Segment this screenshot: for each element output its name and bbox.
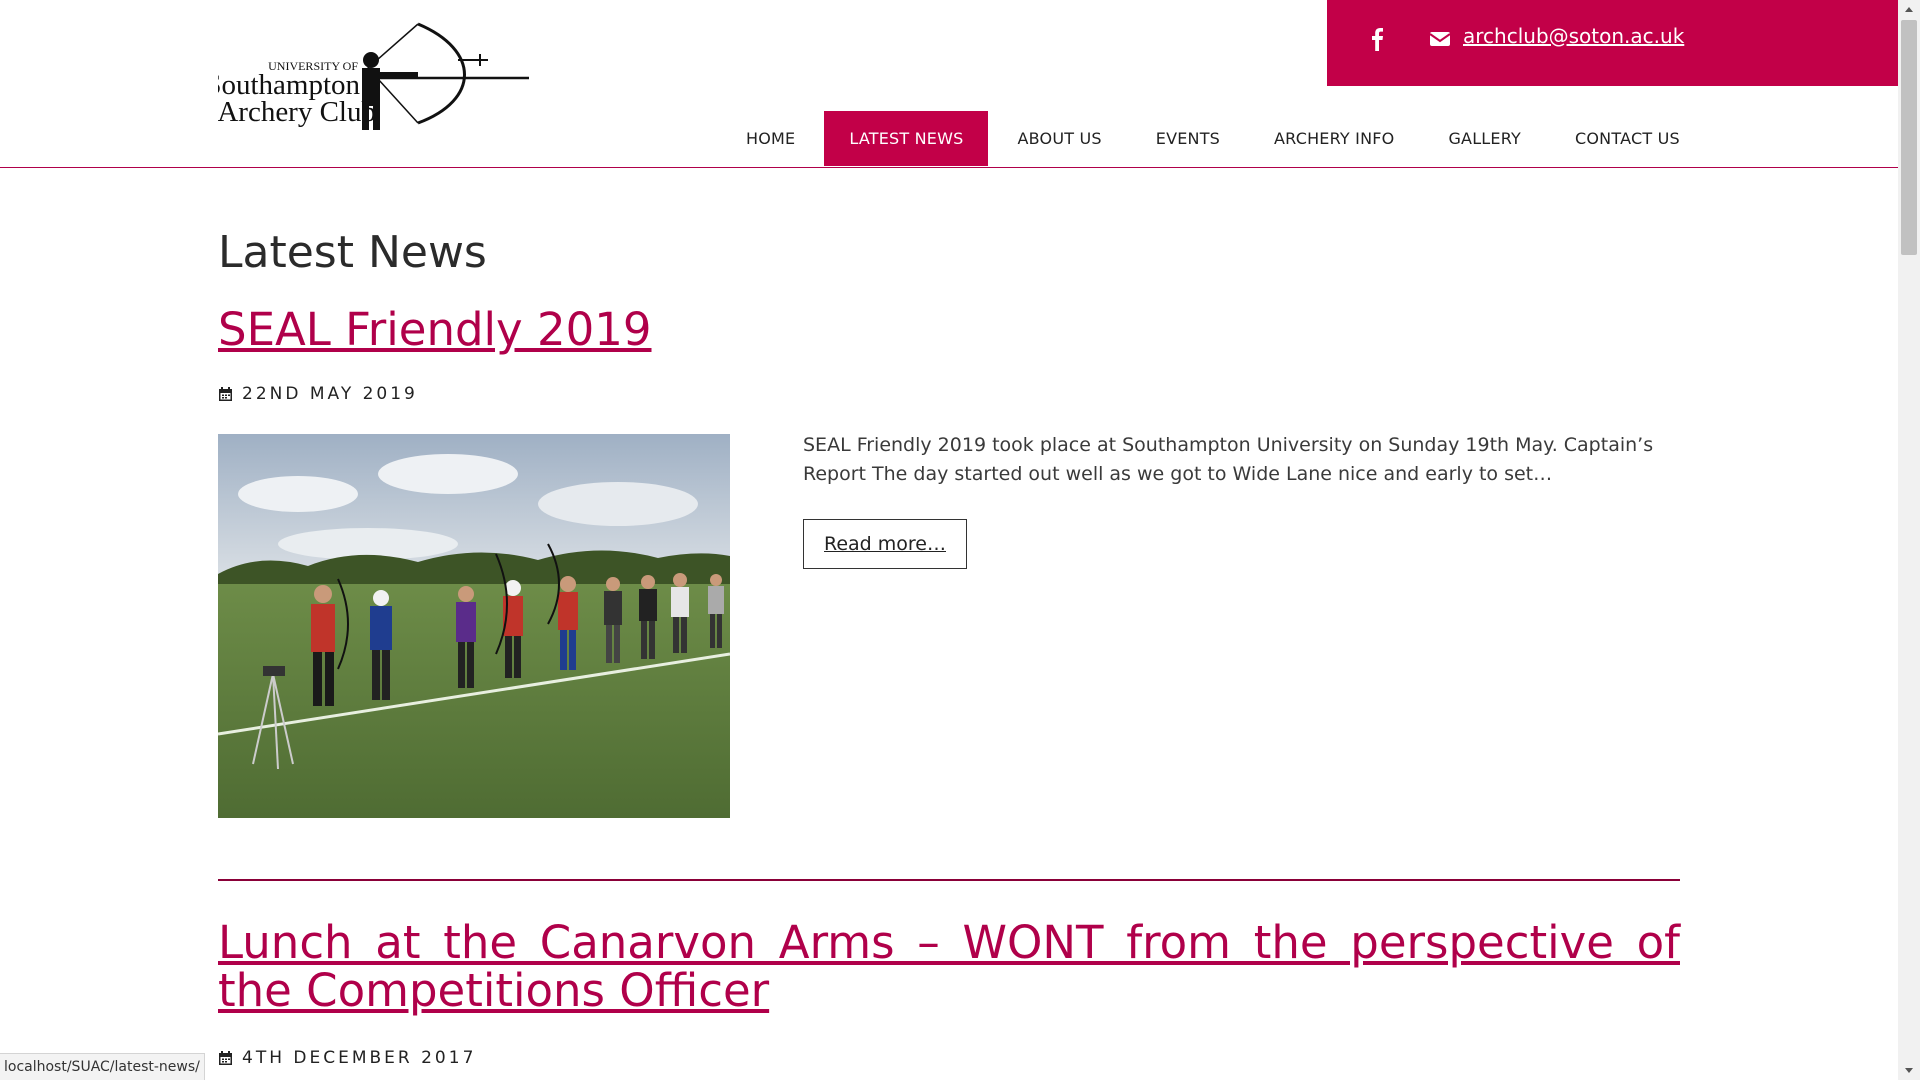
nav-archery-info[interactable]: ARCHERY INFO bbox=[1249, 111, 1419, 166]
calendar-icon bbox=[219, 386, 232, 401]
post-date: 22ND MAY 2019 bbox=[218, 384, 418, 404]
nav-about-us[interactable]: ABOUT US bbox=[992, 111, 1126, 166]
post-date-text: 4TH DECEMBER 2017 bbox=[242, 1048, 477, 1068]
browser-status-url: localhost/SUAC/latest-news/ bbox=[0, 1053, 205, 1080]
page-title: Latest News bbox=[218, 227, 487, 278]
calendar-icon bbox=[219, 1050, 232, 1065]
nav-contact-us[interactable]: CONTACT US bbox=[1550, 111, 1705, 166]
scroll-up-arrow-icon[interactable] bbox=[1898, 0, 1920, 20]
nav-events[interactable]: EVENTS bbox=[1131, 111, 1245, 166]
archer-logo-graphic: UNIVERSITY OF Southampton Archery Club bbox=[218, 22, 529, 130]
post-excerpt: SEAL Friendly 2019 took place at Southam… bbox=[803, 434, 1654, 485]
nav-gallery[interactable]: GALLERY bbox=[1423, 111, 1546, 166]
logo-line3: Archery Club bbox=[218, 96, 376, 128]
page: UNIVERSITY OF Southampton Archery Club a… bbox=[0, 0, 1898, 1080]
envelope-icon bbox=[1429, 28, 1451, 50]
post-featured-image[interactable] bbox=[218, 434, 730, 818]
post-date-text: 22ND MAY 2019 bbox=[242, 384, 418, 404]
post-title-link[interactable]: Lunch at the Canarvon Arms – WONT from t… bbox=[218, 919, 1680, 1015]
nav-home[interactable]: HOME bbox=[721, 111, 820, 166]
site-header: UNIVERSITY OF Southampton Archery Club a… bbox=[0, 0, 1898, 168]
vertical-scrollbar[interactable] bbox=[1898, 0, 1920, 1080]
scroll-down-arrow-icon[interactable] bbox=[1898, 1060, 1920, 1080]
email-link[interactable]: archclub@soton.ac.uk bbox=[1463, 24, 1684, 48]
post-date: 4TH DECEMBER 2017 bbox=[218, 1048, 476, 1068]
post-divider bbox=[218, 879, 1680, 881]
post-title-link[interactable]: SEAL Friendly 2019 bbox=[218, 303, 652, 356]
archers-photo bbox=[218, 434, 730, 818]
club-logo[interactable]: UNIVERSITY OF Southampton Archery Club bbox=[218, 20, 530, 138]
nav-latest-news[interactable]: LATEST NEWS bbox=[824, 111, 989, 166]
scrollbar-thumb[interactable] bbox=[1901, 20, 1917, 255]
facebook-icon[interactable] bbox=[1363, 22, 1391, 56]
read-more-button[interactable]: Read more… bbox=[803, 519, 967, 569]
main-nav: HOME LATEST NEWS ABOUT US EVENTS ARCHERY… bbox=[721, 111, 1709, 166]
